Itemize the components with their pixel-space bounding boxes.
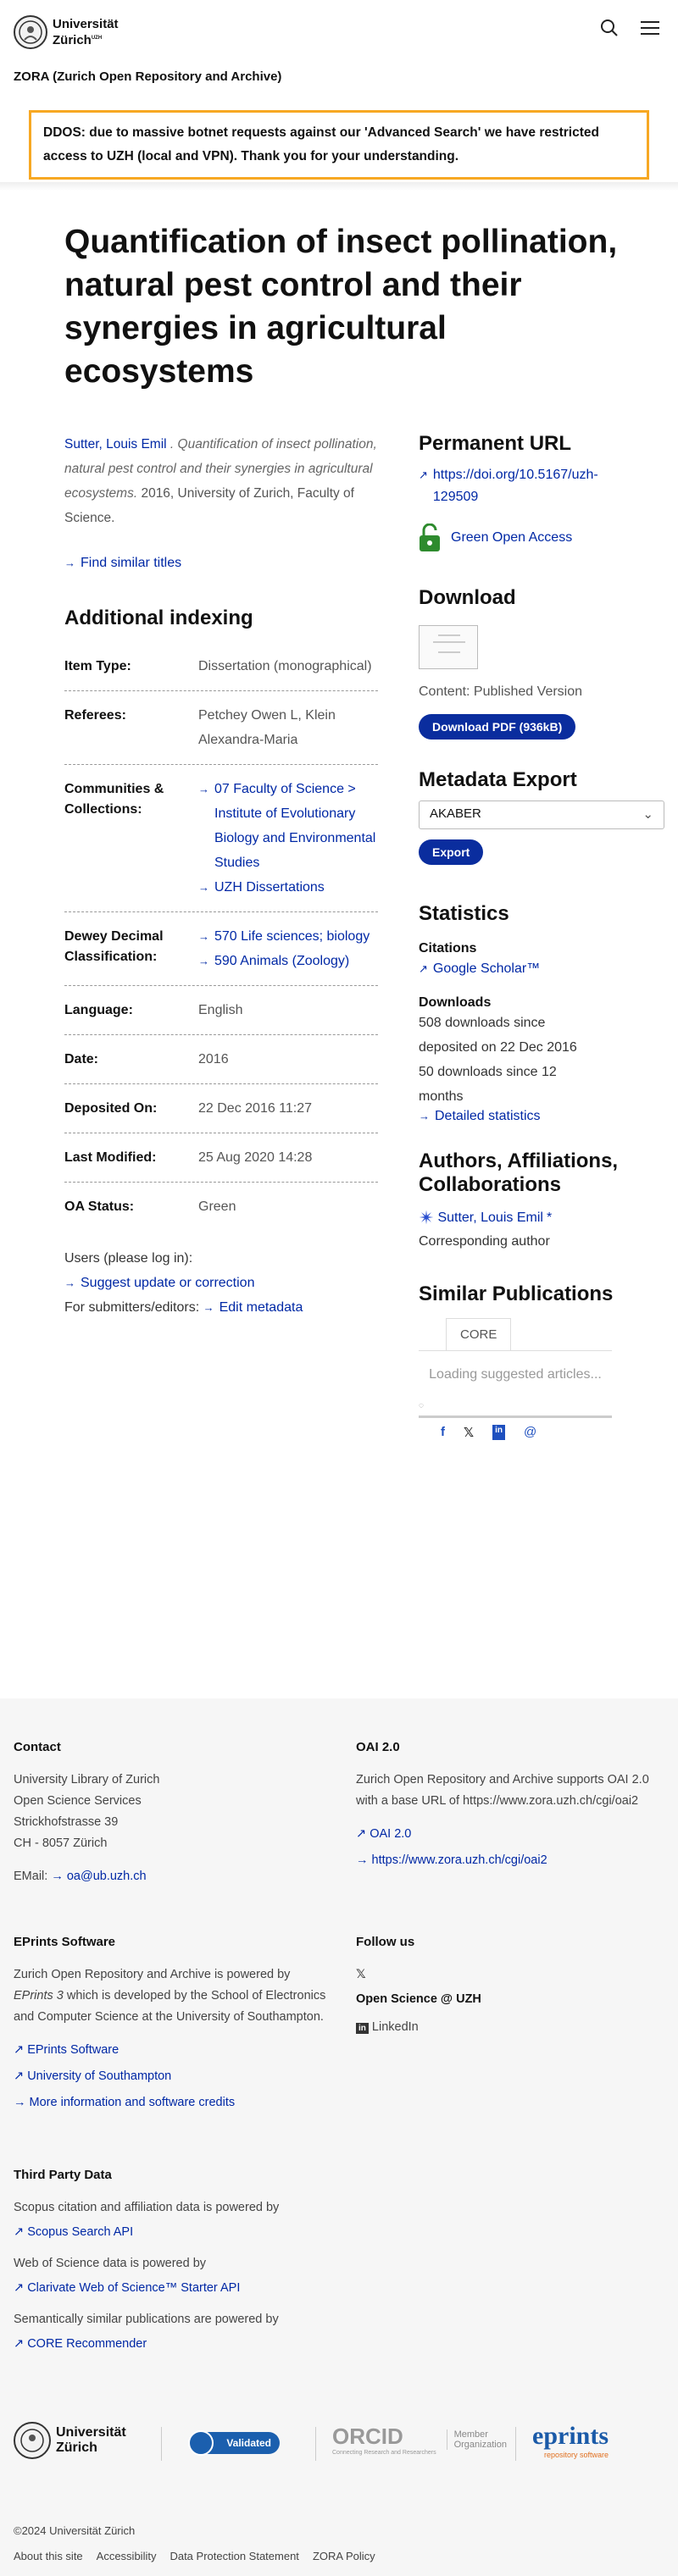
authors-heading: Authors, Affiliations, Collaborations	[419, 1150, 619, 1196]
uni-line2: Zürich	[53, 32, 92, 47]
dewey-row: Dewey Decimal Classification: → 570 Life …	[64, 912, 378, 986]
page-title: Quantification of insect pollination, na…	[64, 224, 618, 390]
linkedin-icon: in	[356, 2023, 369, 2034]
tab-core[interactable]: CORE	[446, 1318, 512, 1350]
dewey-link[interactable]: → 570 Life sciences; biology	[198, 924, 370, 949]
about-link[interactable]: About this site	[14, 2550, 83, 2562]
eprints-section: EPrints Software Zurich Open Repository …	[14, 1935, 326, 2109]
loading-text: Loading suggested articles...	[419, 1350, 612, 1387]
southampton-link[interactable]: ↗ University of Southampton	[14, 2069, 171, 2083]
email-link[interactable]: → oa@ub.uzh.ch	[51, 1870, 146, 1883]
open-lock-icon	[420, 524, 440, 551]
uzh-seal-icon	[14, 15, 47, 49]
core-link[interactable]: ↗ CORE Recommender	[14, 2337, 147, 2351]
downloads-total: 508 downloads since deposited on 22 Dec …	[419, 1016, 577, 1055]
similar-publications-heading: Similar Publications	[419, 1282, 614, 1305]
validated-badge[interactable]: Validated	[188, 2430, 280, 2456]
suggest-update-link[interactable]: → Suggest update or correction	[64, 1271, 254, 1295]
downloads-12m: 50 downloads since 12 months	[419, 1065, 557, 1104]
site-footer: Contact University Library of Zurich Ope…	[0, 1698, 678, 2576]
spinner-icon: ◌	[419, 1401, 424, 1410]
statistics-heading: Statistics	[419, 902, 509, 925]
language-row: Language: English	[64, 986, 378, 1035]
dewey-link[interactable]: → 590 Animals (Zoology)	[198, 949, 349, 973]
divider	[0, 182, 678, 191]
data-protection-link[interactable]: Data Protection Statement	[170, 2550, 298, 2562]
additional-indexing-heading: Additional indexing	[64, 607, 253, 629]
ddos-notice: DDOS: due to massive botnet requests aga…	[29, 110, 649, 180]
download-pdf-button[interactable]: Download PDF (936kB)	[419, 714, 576, 740]
author-link[interactable]: Sutter, Louis Emil	[437, 1210, 543, 1226]
sidebar: Permanent URL ↗ https://doi.org/10.5167/u…	[419, 432, 664, 1440]
download-heading: Download	[419, 586, 516, 609]
linkedin-link[interactable]: in LinkedIn	[356, 2017, 670, 2039]
oa-badge[interactable]: Green Open Access	[419, 524, 664, 552]
uni-line1: Universität	[53, 16, 119, 31]
doi-link[interactable]: ↗ https://doi.org/10.5167/uzh-129509	[419, 464, 636, 508]
orcid-logo[interactable]: ORCID Connecting Research and Researchers…	[332, 2424, 514, 2456]
corresponding-author: Corresponding author	[419, 1234, 550, 1249]
scopus-link[interactable]: ↗ Scopus Search API	[14, 2225, 133, 2239]
communities-row: Communities & Collections: → 07 Faculty o…	[64, 765, 378, 912]
metadata-export-heading: Metadata Export	[419, 768, 577, 791]
find-similar-link[interactable]: → Find similar titles	[64, 556, 181, 571]
google-scholar-link[interactable]: ↗ Google Scholar™	[419, 961, 540, 977]
date-row: Date: 2016	[64, 1035, 378, 1084]
menu-icon[interactable]	[641, 20, 659, 40]
star-badge-icon: ✴	[419, 1207, 435, 1228]
facebook-icon[interactable]: f	[441, 1425, 445, 1440]
content-version: Content: Published Version	[419, 684, 583, 699]
pdf-thumbnail[interactable]	[419, 625, 478, 669]
wos-link[interactable]: ↗ Clarivate Web of Science™ Starter API	[14, 2281, 240, 2295]
referees-row: Referees: Petchey Owen L, Klein Alexandra…	[64, 691, 378, 765]
item-type-row: Item Type: Dissertation (monographical)	[64, 642, 378, 691]
downloads-label: Downloads	[419, 995, 492, 1010]
users-line: Users (please log in): → Suggest update o…	[64, 1246, 378, 1295]
oai-link[interactable]: ↗ OAI 2.0	[356, 1827, 411, 1841]
copyright: ©2024 Universität Zürich	[14, 2524, 136, 2537]
eprints-logo[interactable]: eprints repository software	[532, 2422, 609, 2459]
collection-link[interactable]: → UZH Dissertations	[198, 875, 325, 900]
credits-link[interactable]: → More information and software credits	[14, 2096, 235, 2109]
partner-logos: Universität Zürich Validated ORCID Connect…	[0, 2410, 678, 2474]
citations-label: Citations	[419, 941, 477, 956]
repo-title[interactable]: ZORA (Zurich Open Repository and Archive…	[14, 69, 281, 84]
arrow-icon: →	[64, 557, 75, 569]
zora-policy-link[interactable]: ZORA Policy	[313, 2550, 375, 2562]
contact-section: Contact University Library of Zurich Ope…	[14, 1740, 160, 1883]
export-button[interactable]: Export	[419, 839, 484, 865]
footer-links: About this site Accessibility Data Prote…	[14, 2550, 375, 2562]
uzh-logo[interactable]: Universität ZürichUZH	[14, 15, 119, 49]
citation-author-link[interactable]: Sutter, Louis Emil	[64, 437, 167, 451]
x-icon[interactable]: 𝕏	[464, 1425, 474, 1440]
oai-url-link[interactable]: → https://www.zora.uzh.ch/cgi/oai2	[356, 1853, 547, 1867]
third-party-section: Third Party Data Scopus citation and aff…	[14, 2168, 280, 2351]
linkedin-icon[interactable]: in	[492, 1425, 505, 1440]
accessibility-link[interactable]: Accessibility	[97, 2550, 157, 2562]
main-column: Sutter, Louis Emil . Quantification of i…	[64, 432, 378, 1320]
community-link[interactable]: → 07 Faculty of Science > Institute of Ev…	[198, 777, 378, 875]
permanent-url-heading: Permanent URL	[419, 432, 572, 455]
x-icon[interactable]: 𝕏	[356, 1964, 670, 1986]
oa-status-row: OA Status: Green	[64, 1199, 236, 1214]
uzh-footer-logo[interactable]: Universität Zürich	[14, 2422, 126, 2459]
export-format-select[interactable]: AKABER ⌄	[419, 800, 664, 829]
oai-section: OAI 2.0 Zurich Open Repository and Archi…	[356, 1740, 649, 1867]
eprints-link[interactable]: ↗ EPrints Software	[14, 2043, 119, 2057]
uzh-sup: UZH	[91, 35, 103, 41]
site-header: Universität ZürichUZH	[0, 0, 678, 63]
follow-section: Follow us 𝕏 Open Science @ UZH in Linked…	[356, 1931, 670, 2039]
chevron-down-icon: ⌄	[642, 807, 653, 822]
edit-metadata-link[interactable]: → Edit metadata	[203, 1295, 303, 1320]
search-icon[interactable]	[600, 19, 619, 42]
deposited-row: Deposited On: 22 Dec 2016 11:27	[64, 1084, 378, 1133]
citation: Sutter, Louis Emil . Quantification of i…	[64, 432, 378, 530]
modified-row: Last Modified: 25 Aug 2020 14:28	[64, 1133, 378, 1183]
submitters-line: For submitters/editors: → Edit metadata	[64, 1295, 378, 1320]
email-icon[interactable]: @	[524, 1425, 536, 1440]
detailed-statistics-link[interactable]: → Detailed statistics	[419, 1109, 541, 1124]
